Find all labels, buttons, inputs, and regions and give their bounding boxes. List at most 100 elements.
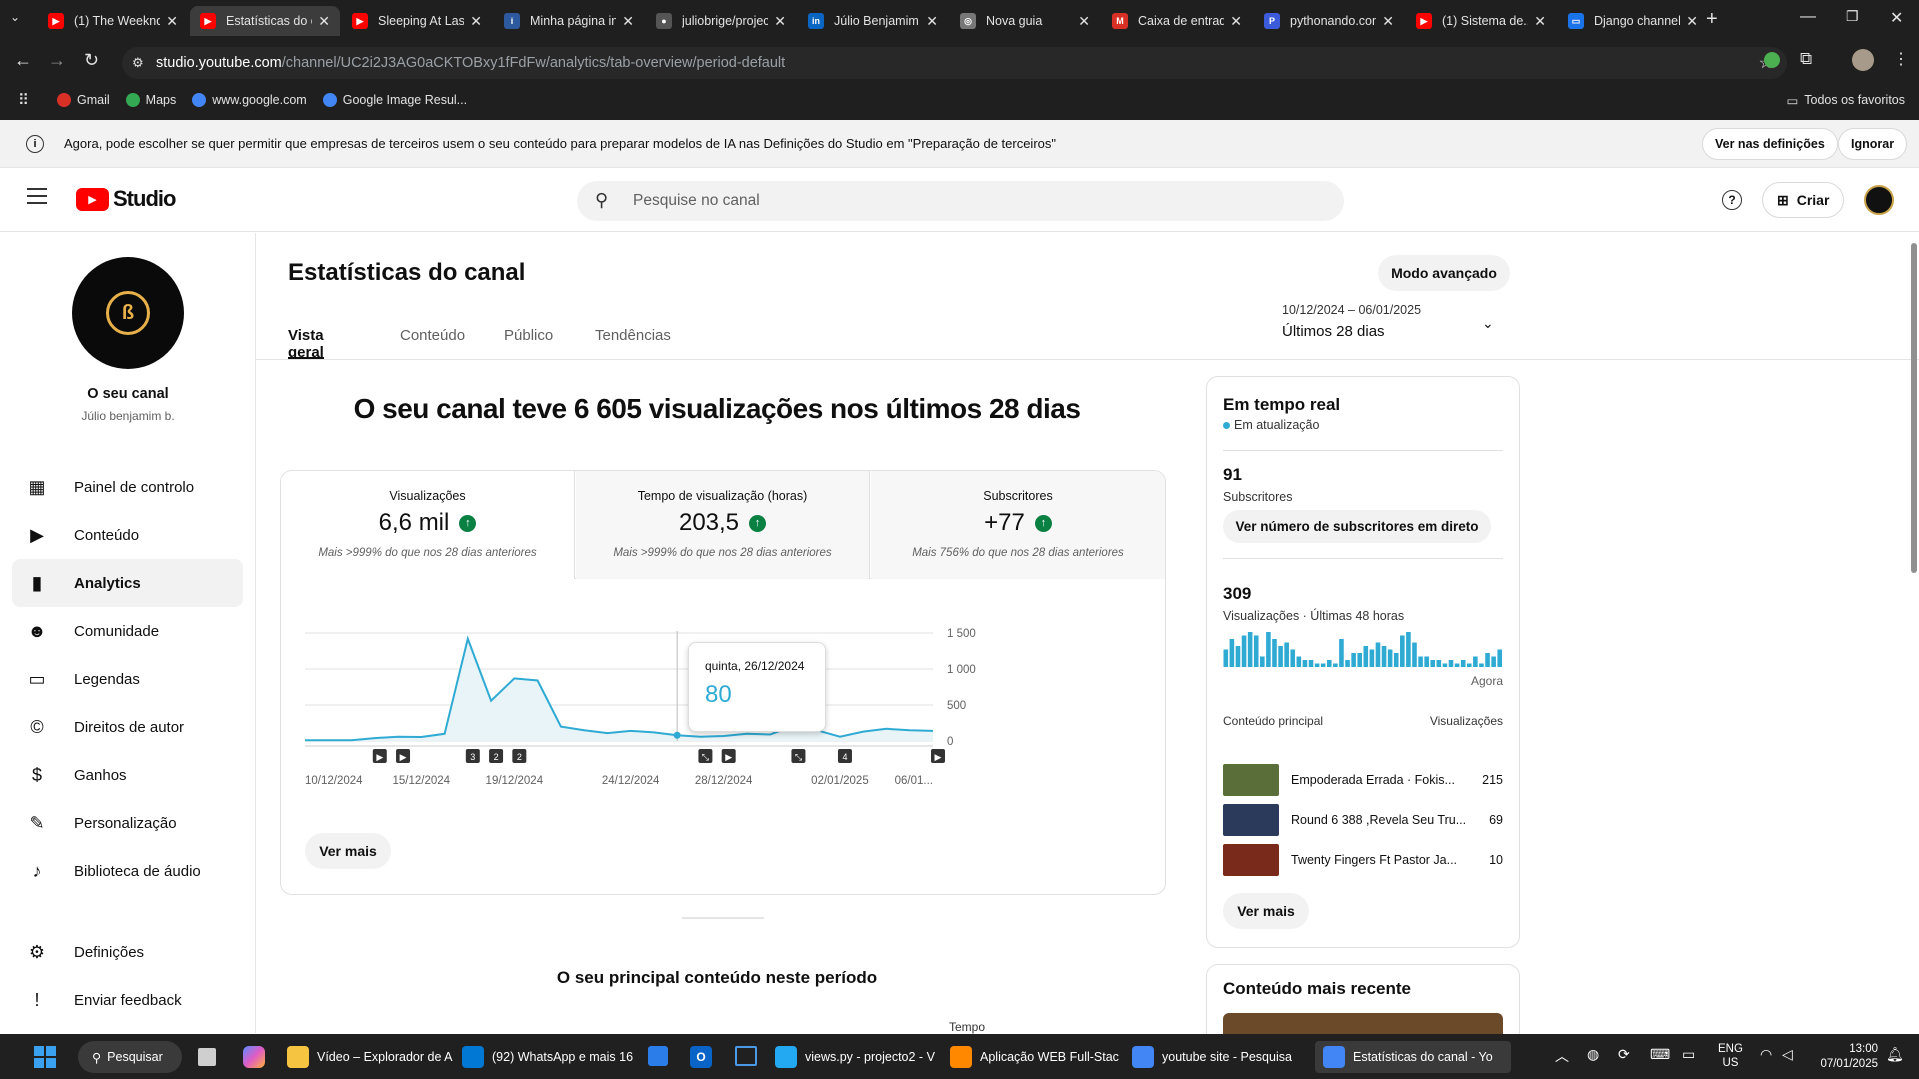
data-point[interactable] bbox=[673, 731, 681, 739]
back-button[interactable]: ← bbox=[14, 50, 32, 71]
browser-tab[interactable]: ▶ Sleeping At Last ✕ bbox=[342, 6, 492, 36]
browser-tab[interactable]: i Minha página inicial ✕ bbox=[494, 6, 644, 36]
restore-button[interactable]: ❐ bbox=[1846, 8, 1859, 25]
new-tab-button[interactable]: + bbox=[1706, 8, 1718, 31]
upload-marker[interactable]: 3 bbox=[465, 749, 480, 763]
page-scrollbar[interactable] bbox=[1911, 243, 1917, 573]
all-bookmarks[interactable]: ▭ Todos os favoritos bbox=[1786, 93, 1905, 108]
sidebar-item-customization[interactable]: ✎ Personalização bbox=[12, 799, 243, 847]
volume-icon[interactable]: ◁ bbox=[1782, 1046, 1793, 1063]
sidebar-item-feedback[interactable]: ! Enviar feedback bbox=[12, 976, 243, 1024]
taskbar-app[interactable]: youtube site - Pesquisa bbox=[1132, 1041, 1312, 1073]
taskbar-app[interactable]: Aplicação WEB Full-Stac bbox=[950, 1041, 1130, 1073]
browser-tab[interactable]: ▶ (1) Sistema de... ✕ bbox=[1406, 6, 1556, 36]
upload-marker[interactable]: ▶ bbox=[396, 749, 411, 763]
hamburger-menu-icon[interactable] bbox=[27, 188, 47, 204]
help-icon[interactable]: ? bbox=[1722, 190, 1742, 210]
sync-tray-icon[interactable]: ⟳ bbox=[1618, 1046, 1630, 1063]
taskbar-app[interactable]: Estatísticas do canal - Yo bbox=[1315, 1041, 1511, 1073]
account-avatar[interactable] bbox=[1864, 185, 1894, 215]
tray-chevron-icon[interactable]: ︿ bbox=[1555, 1046, 1569, 1066]
sidebar-item-settings[interactable]: ⚙ Definições bbox=[12, 928, 243, 976]
bookmark-item[interactable]: Gmail bbox=[57, 93, 110, 107]
upload-marker[interactable]: 2 bbox=[489, 749, 504, 763]
realtime-see-more-button[interactable]: Ver mais bbox=[1223, 893, 1309, 929]
url-input[interactable]: ⚙ studio.youtube.com/channel/UC2i2J3AG0a… bbox=[122, 47, 1787, 79]
profile-avatar[interactable] bbox=[1852, 49, 1874, 71]
upload-marker[interactable]: ⤡ bbox=[791, 749, 806, 763]
windows-start-icon[interactable] bbox=[34, 1046, 56, 1068]
taskbar-app[interactable]: Vídeo – Explorador de A bbox=[287, 1041, 467, 1073]
taskbar-app[interactable]: (92) WhatsApp e mais 16 bbox=[462, 1041, 642, 1073]
keyboard-tray-icon[interactable]: ⌨ bbox=[1650, 1046, 1670, 1063]
tab-close-icon[interactable]: ✕ bbox=[1078, 13, 1090, 30]
tab-close-icon[interactable]: ✕ bbox=[1230, 13, 1242, 30]
kpi-tile[interactable]: Tempo de visualização (horas) 203,5 ↑ Mais … bbox=[576, 471, 870, 579]
clock[interactable]: 13:00 07/01/2025 bbox=[1818, 1042, 1878, 1072]
sidebar-item-dashboard[interactable]: ▦ Painel de controlo bbox=[12, 463, 243, 511]
tab-close-icon[interactable]: ✕ bbox=[470, 13, 482, 30]
upload-marker[interactable]: ▶ bbox=[372, 749, 387, 763]
extension-icon[interactable] bbox=[1764, 52, 1780, 68]
realtime-bar-chart[interactable] bbox=[1223, 631, 1503, 667]
browser-tab[interactable]: ▭ Django channels ✕ bbox=[1558, 6, 1708, 36]
notification-bell-icon[interactable]: 🔔︎ bbox=[1886, 1046, 1904, 1063]
top-video-row[interactable]: Twenty Fingers Ft Pastor Ja... 10 bbox=[1223, 844, 1503, 876]
tab-close-icon[interactable]: ✕ bbox=[774, 13, 786, 30]
top-video-row[interactable]: Round 6 388 ,Revela Seu Tru... 69 bbox=[1223, 804, 1503, 836]
kpi-tile[interactable]: Subscritores +77 ↑ Mais 756% do que nos 28 … bbox=[871, 471, 1165, 579]
browser-tab[interactable]: Ppythonando.com.br ✕ bbox=[1254, 6, 1404, 36]
bookmark-item[interactable]: Google Image Resul... bbox=[322, 93, 467, 107]
minimize-button[interactable]: — bbox=[1800, 8, 1816, 26]
advanced-mode-button[interactable]: Modo avançado bbox=[1378, 255, 1510, 291]
menu-kebab-icon[interactable]: ⋮ bbox=[1893, 49, 1909, 69]
upload-marker[interactable]: ▶ bbox=[931, 749, 945, 763]
sidebar-item-content[interactable]: ▶ Conteúdo bbox=[12, 511, 243, 559]
tab-close-icon[interactable]: ✕ bbox=[622, 13, 634, 30]
store-icon[interactable] bbox=[648, 1046, 668, 1066]
wifi-icon[interactable]: ◠ bbox=[1760, 1046, 1772, 1063]
sidebar-item-audio-library[interactable]: ♪ Biblioteca de áudio bbox=[12, 847, 243, 895]
browser-tab[interactable]: M Caixa de entrada ✕ bbox=[1102, 6, 1252, 36]
tab-search-button[interactable]: ⌄ bbox=[10, 10, 20, 24]
app-window-icon[interactable] bbox=[735, 1046, 757, 1066]
analytics-tab[interactable]: Conteúdo bbox=[400, 327, 465, 360]
sidebar-item-subtitles[interactable]: ▭ Legendas bbox=[12, 655, 243, 703]
taskbar-app[interactable]: views.py - projecto2 - V bbox=[775, 1041, 955, 1073]
analytics-tab[interactable]: Público bbox=[504, 327, 553, 360]
analytics-tab[interactable]: Tendências bbox=[595, 327, 671, 360]
tab-close-icon[interactable]: ✕ bbox=[318, 13, 330, 30]
bookmark-item[interactable]: Maps bbox=[125, 93, 176, 107]
close-window-button[interactable]: ✕ bbox=[1890, 8, 1903, 28]
sidebar-item-copyright[interactable]: © Direitos de autor bbox=[12, 703, 243, 751]
see-more-button[interactable]: Ver mais bbox=[305, 833, 391, 869]
kpi-tile[interactable]: Visualizações 6,6 mil ↑ Mais >999% do que n… bbox=[281, 471, 575, 579]
forward-button[interactable]: → bbox=[48, 50, 66, 71]
analytics-tab[interactable]: Vista geral bbox=[288, 327, 324, 361]
sidebar-item-analytics[interactable]: ▮ Analytics bbox=[12, 559, 243, 607]
tab-close-icon[interactable]: ✕ bbox=[166, 13, 178, 30]
apps-grid-icon[interactable]: ⠿ bbox=[18, 91, 29, 109]
browser-tab[interactable]: ▶ Estatísticas do canal ✕ bbox=[190, 6, 340, 36]
tab-close-icon[interactable]: ✕ bbox=[1534, 13, 1546, 30]
date-picker[interactable]: 10/12/2024 – 06/01/2025 Últimos 28 dias … bbox=[1282, 303, 1522, 351]
upload-marker[interactable]: ▶ bbox=[721, 749, 736, 763]
browser-tab[interactable]: ◎ Nova guia ✕ bbox=[950, 6, 1100, 36]
bookmark-item[interactable]: www.google.com bbox=[192, 93, 307, 107]
extensions-puzzle-icon[interactable]: ⧉ bbox=[1800, 49, 1812, 69]
sidebar-item-community[interactable]: ☻ Comunidade bbox=[12, 607, 243, 655]
upload-marker[interactable]: 2 bbox=[512, 749, 527, 763]
task-view-icon[interactable] bbox=[198, 1048, 216, 1066]
copilot-icon[interactable] bbox=[243, 1046, 265, 1068]
taskbar-search[interactable]: ⚲ Pesquisar bbox=[78, 1041, 182, 1073]
browser-tab[interactable]: ● juliobrige/projecto2 ✕ bbox=[646, 6, 796, 36]
language-indicator[interactable]: ENG US bbox=[1718, 1042, 1743, 1070]
browser-tab[interactable]: ▶ (1) The Weeknd ✕ bbox=[38, 6, 188, 36]
tab-close-icon[interactable]: ✕ bbox=[1382, 13, 1394, 30]
browser-tab[interactable]: in Júlio Benjamim ✕ bbox=[798, 6, 948, 36]
tab-close-icon[interactable]: ✕ bbox=[1686, 13, 1698, 30]
network-tray-icon[interactable]: ◍ bbox=[1587, 1046, 1599, 1063]
live-subscribers-button[interactable]: Ver número de subscritores em direto bbox=[1223, 510, 1491, 543]
channel-search-input[interactable]: ⚲ Pesquise no canal bbox=[577, 181, 1344, 221]
sidebar-item-earn[interactable]: $ Ganhos bbox=[12, 751, 243, 799]
